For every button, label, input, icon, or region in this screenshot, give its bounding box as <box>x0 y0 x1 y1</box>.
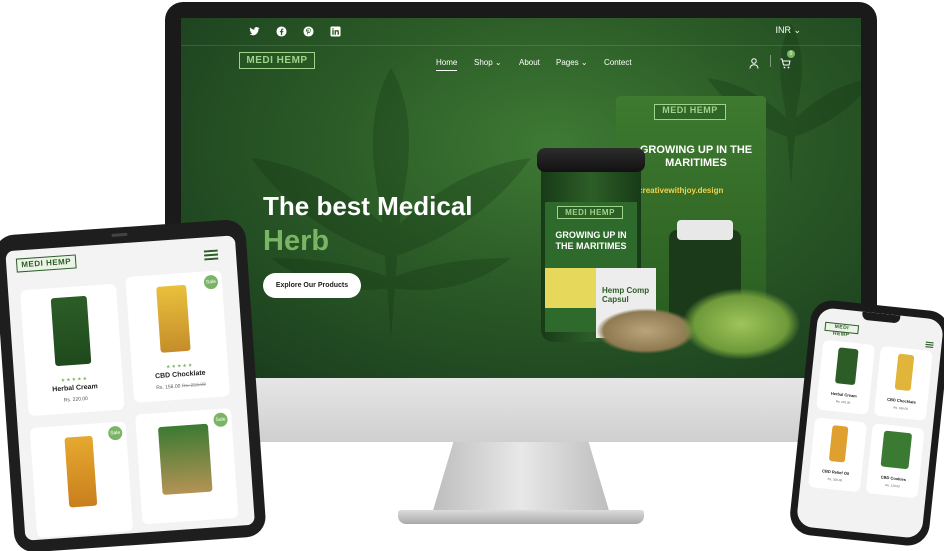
bag-headline: GROWING UP IN THE MARITIMES <box>639 144 753 169</box>
capsule-text: Hemp Comp Capsul <box>602 286 650 304</box>
facebook-icon[interactable] <box>274 24 288 38</box>
product-image <box>880 430 913 470</box>
phone-screen: MEDI HEMP Herbal Cream Rs. 220.00 CBD Ch… <box>795 307 944 539</box>
product-image <box>828 425 849 463</box>
pinterest-icon[interactable] <box>301 24 315 38</box>
hero-title: The best Medical <box>263 191 473 221</box>
jar-logo: MEDI HEMP <box>557 206 623 219</box>
product-card[interactable]: CBD Chocklate Rs. 156.00 <box>873 345 933 421</box>
product-image <box>64 435 98 508</box>
old-price: Rs. 256.00 <box>181 381 207 390</box>
product-card[interactable]: Sale <box>135 408 239 525</box>
twitter-icon[interactable] <box>247 24 261 38</box>
phone-device: MEDI HEMP Herbal Cream Rs. 220.00 CBD Ch… <box>788 298 944 548</box>
product-card[interactable]: CBD Relief Oil Rs. 200.00 <box>807 417 868 493</box>
chevron-down-icon: ⌄ <box>580 58 588 67</box>
nav-shop-label: Shop <box>474 58 493 67</box>
user-icon[interactable] <box>749 56 759 74</box>
product-image <box>50 295 92 367</box>
top-bar: INR ⌄ <box>181 18 861 46</box>
divider <box>770 55 771 67</box>
product-card[interactable]: CBD Cookies Rs. 120.00 <box>865 423 925 499</box>
bag-logo: MEDI HEMP <box>654 104 726 120</box>
jar-headline: GROWING UP IN THE MARITIMES <box>555 230 627 251</box>
tablet-screen: MEDI HEMP ★★★★★ Herbal Cream Rs. 220.00 … <box>5 235 255 541</box>
jar-lid <box>537 148 645 172</box>
monitor-base <box>398 510 644 524</box>
site-logo[interactable]: MEDI HEMP <box>239 52 315 69</box>
nav-pages-label: Pages <box>556 58 579 67</box>
product-image <box>157 423 213 495</box>
product-card[interactable]: Sale <box>29 421 134 538</box>
tablet-device: MEDI HEMP ★★★★★ Herbal Cream Rs. 220.00 … <box>0 218 267 551</box>
product-card[interactable]: Sale ★★★★★ CBD Chocklate Rs. 156.00 Rs. … <box>125 270 230 403</box>
explore-products-button[interactable]: Explore Our Products <box>263 273 361 298</box>
product-image <box>834 347 859 386</box>
cart-icon[interactable]: 0 <box>780 50 795 74</box>
product-price: Rs. 156.00 Rs. 256.00 <box>133 380 229 393</box>
sale-price: Rs. 156.00 <box>156 383 181 392</box>
nav-about[interactable]: About <box>519 58 540 67</box>
product-price: Rs. 220.00 <box>63 395 89 404</box>
monitor-chin <box>165 378 877 442</box>
sale-badge: Sale <box>107 425 123 441</box>
phone-notch <box>861 311 901 324</box>
product-card[interactable]: Herbal Cream Rs. 220.00 <box>816 339 876 415</box>
sale-badge: Sale <box>203 274 219 290</box>
chevron-down-icon: ⌄ <box>494 58 502 67</box>
hemp-seeds-image <box>596 308 696 354</box>
tablet-logo[interactable]: MEDI HEMP <box>15 254 77 273</box>
desktop-monitor: INR ⌄ MEDI HEMP Home Shop ⌄ About Pages … <box>165 2 877 442</box>
desktop-screen: INR ⌄ MEDI HEMP Home Shop ⌄ About Pages … <box>181 18 861 378</box>
nav-shop[interactable]: Shop ⌄ <box>474 58 502 67</box>
product-image <box>894 353 915 392</box>
currency-selector[interactable]: INR ⌄ <box>775 25 801 36</box>
chevron-down-icon: ⌄ <box>793 25 801 35</box>
hamburger-menu-icon[interactable] <box>203 247 219 266</box>
linkedin-icon[interactable] <box>328 24 342 38</box>
bag-url: w.creativewithjoy.design <box>630 186 724 195</box>
nav-pages[interactable]: Pages ⌄ <box>556 58 588 67</box>
nav-home[interactable]: Home <box>436 58 458 71</box>
product-card[interactable]: ★★★★★ Herbal Cream Rs. 220.00 <box>20 283 125 417</box>
currency-label: INR <box>775 25 791 35</box>
sale-badge: Sale <box>213 412 229 428</box>
monitor-stand <box>432 442 610 514</box>
hemp-buds-image <box>681 288 801 360</box>
hero-highlight: Herb <box>263 225 330 257</box>
phone-logo[interactable]: MEDI HEMP <box>824 321 860 338</box>
small-jar-lid <box>677 220 733 240</box>
nav-contact[interactable]: Contect <box>604 58 632 67</box>
device-mockup: INR ⌄ MEDI HEMP Home Shop ⌄ About Pages … <box>0 0 944 551</box>
product-image <box>156 284 191 353</box>
tablet-camera <box>111 232 128 237</box>
cart-count-badge: 0 <box>787 50 795 58</box>
